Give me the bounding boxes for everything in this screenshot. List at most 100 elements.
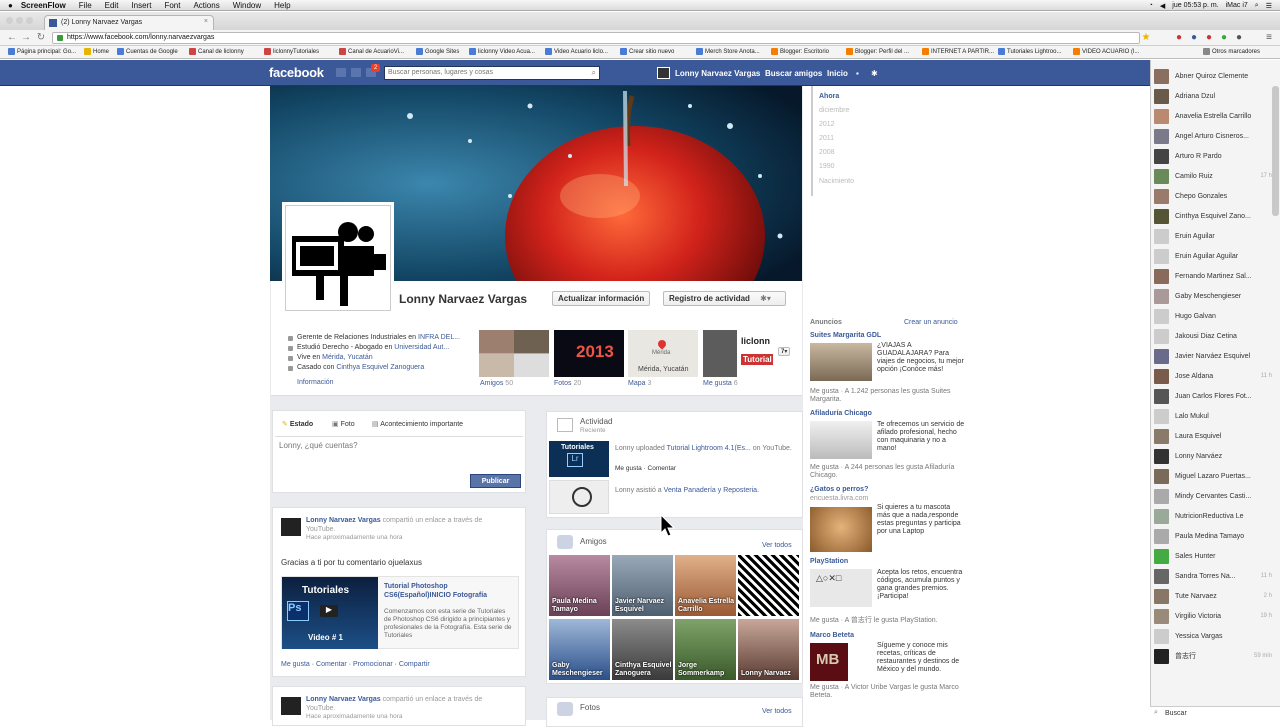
ad-image[interactable] (810, 421, 872, 459)
chat-friend-row[interactable]: Sales Hunter (1154, 546, 1278, 566)
share-link[interactable]: Compartir (399, 661, 430, 668)
star-icon[interactable]: ★ (1140, 32, 1152, 44)
bookmark-item[interactable]: Google Sites (416, 48, 459, 55)
activity-link[interactable]: Tutorial Lightroom 4.1(Es... (667, 445, 751, 452)
ad-like[interactable]: Me gusta · A 曾志行 le gusta PlayStation. (810, 617, 968, 625)
forward-arrow-icon[interactable]: → (20, 32, 32, 44)
window-min-dot[interactable] (16, 17, 23, 24)
chat-friend-row[interactable]: Javier Narváez Esquivel (1154, 346, 1278, 366)
menu-edit[interactable]: Edit (105, 1, 119, 10)
chat-friend-row[interactable]: Jakousi Diaz Cetina (1154, 326, 1278, 346)
likes-caption[interactable]: Me gusta 6 (703, 380, 738, 387)
menu-window[interactable]: Window (233, 1, 261, 10)
chat-friend-row[interactable]: Hugo Galvan (1154, 306, 1278, 326)
friend-tile[interactable]: Gaby Meschengieser (549, 619, 610, 680)
ad-image-playstation[interactable]: △○✕□ (810, 569, 872, 607)
extension-icon[interactable]: ● (1233, 32, 1245, 44)
browser-menu-icon[interactable]: ≡ (1263, 32, 1275, 44)
chat-friend-row[interactable]: Chepo Gonzales (1154, 186, 1278, 206)
search-icon[interactable]: ⌕ (592, 68, 596, 78)
settings-gear-icon[interactable]: ✱ (871, 69, 878, 78)
friend-tile[interactable]: Anavelia Estrella Carrillo (675, 555, 736, 616)
ad-image[interactable] (810, 343, 872, 381)
ad-title[interactable]: ¿Gatos o perros? (810, 486, 868, 493)
search-input[interactable]: Buscar personas, lugares y cosas ⌕ (384, 66, 600, 80)
volume-icon[interactable]: ◀ (1160, 2, 1165, 10)
chat-search-input[interactable]: ⌕ Buscar (1150, 706, 1280, 720)
photos-thumbnail[interactable]: 2013 (554, 330, 624, 377)
menu-actions[interactable]: Actions (193, 1, 219, 10)
window-zoom-dot[interactable] (26, 17, 33, 24)
publish-button[interactable]: Publicar (470, 474, 521, 488)
chat-friend-row[interactable]: Fernando Martinez Sal... (1154, 266, 1278, 286)
link-title[interactable]: Tutorial Photoshop CS6(Español)INICIO Fo… (384, 582, 512, 600)
gear-icon[interactable]: ✱▾ (760, 294, 771, 303)
avatar[interactable] (281, 697, 301, 715)
privacy-shortcuts-icon[interactable]: ▪ (856, 69, 859, 78)
post-time[interactable]: Hace aproximadamente una hora (306, 713, 402, 720)
bookmark-item[interactable]: Canal de AcuarioVi... (339, 48, 404, 55)
messages-icon[interactable] (351, 68, 361, 77)
friend-tile-qr-code[interactable] (738, 555, 799, 616)
friends-thumbnail[interactable] (479, 330, 549, 377)
post-author[interactable]: Lonny Narvaez Vargas (306, 517, 381, 524)
ad-like[interactable]: Me gusta · A 244 personas les gusta Afil… (810, 464, 968, 480)
bookmark-item[interactable]: INTERNET A PARTIR... (922, 48, 994, 55)
friend-tile[interactable]: Lonny Narvaez (738, 619, 799, 680)
wifi-icon[interactable]: ◔ (1149, 2, 1153, 9)
tab-life-event[interactable]: ▤ Acontecimiento importante (372, 420, 463, 428)
friends-caption[interactable]: Amigos 50 (480, 380, 513, 387)
clock[interactable]: jue 05:53 p. m. (1172, 2, 1218, 9)
bookmark-item[interactable]: liclonny Video Acua... (469, 48, 535, 55)
chat-scrollbar[interactable] (1272, 86, 1279, 216)
chat-friend-row[interactable]: Arturo R Pardo (1154, 146, 1278, 166)
chat-friend-row[interactable]: Juan Carlos Flores Fot... (1154, 386, 1278, 406)
timeline-item[interactable]: diciembre (819, 107, 849, 114)
bookmark-item[interactable]: Blogger: Perfil del ... (846, 48, 909, 55)
back-arrow-icon[interactable]: ← (6, 32, 18, 44)
chat-friend-row[interactable]: Eruin Aguilar Aguilar (1154, 246, 1278, 266)
friends-see-all-link[interactable]: Ver todos (762, 542, 792, 549)
chat-friend-row[interactable]: Miguel Lazaro Puertas... (1154, 466, 1278, 486)
extension-icon[interactable]: ● (1188, 32, 1200, 44)
play-icon[interactable]: ▶ (320, 605, 338, 617)
menu-help[interactable]: Help (274, 1, 290, 10)
create-ad-link[interactable]: Crear un anuncio (904, 319, 958, 326)
post-author[interactable]: Lonny Narvaez Vargas (306, 696, 381, 703)
ad-like[interactable]: Me gusta · A Victor Uribe Vargas le gust… (810, 684, 968, 700)
link-preview[interactable]: Tutoriales Ps ▶ Video # 1 Tutorial Photo… (281, 576, 519, 649)
timeline-item[interactable]: 1990 (819, 163, 835, 170)
facebook-logo[interactable]: facebook (269, 65, 324, 80)
ad-image-mb-logo[interactable]: MB (810, 643, 848, 681)
like-link[interactable]: Me gusta (281, 661, 310, 668)
more-sections-button[interactable]: 7▾ (778, 347, 791, 356)
photos-see-all-link[interactable]: Ver todos (762, 708, 792, 715)
bookmark-item[interactable]: Crear sitio nuevo (620, 48, 674, 55)
extension-icon[interactable]: ● (1218, 32, 1230, 44)
chat-friend-row[interactable]: Camilo Ruiz 17 h (1154, 166, 1278, 186)
browser-tab[interactable]: (2) Lonny Narvaez Vargas × (44, 15, 214, 30)
bookmark-item[interactable]: Home (84, 48, 109, 55)
chat-friend-row[interactable]: Virgilio Victoria 19 h (1154, 606, 1278, 626)
chat-friend-row[interactable]: Sandra Torres Na... 11 h (1154, 566, 1278, 586)
chat-friend-row[interactable]: Paula Medina Tamayo (1154, 526, 1278, 546)
tab-status[interactable]: ✎ Estado (282, 420, 313, 428)
reload-icon[interactable]: ↻ (35, 32, 47, 44)
ad-title[interactable]: Afiladuría Chicago (810, 410, 872, 417)
avatar[interactable] (657, 67, 670, 79)
chat-friend-row[interactable]: 曾志行 59 min (1154, 646, 1278, 666)
timeline-item[interactable]: Ahora (819, 93, 839, 100)
chat-friend-row[interactable]: Abner Quiroz Clemente (1154, 66, 1278, 86)
education-link[interactable]: Universidad Aut... (394, 344, 449, 351)
chat-friend-row[interactable]: Lonny Narváez (1154, 446, 1278, 466)
likes-thumbnail[interactable]: liclonn Tutorial (703, 330, 773, 377)
chat-friend-row[interactable]: Jose Aldana 11 h (1154, 366, 1278, 386)
bookmark-item[interactable]: Blogger: Escritorio (771, 48, 829, 55)
extension-icon[interactable]: ● (1203, 32, 1215, 44)
bookmark-item[interactable]: Cuentas de Google (117, 48, 178, 55)
chat-friend-row[interactable]: NutricionReductiva Le (1154, 506, 1278, 526)
apple-icon[interactable]: ● (8, 1, 13, 10)
ad-title[interactable]: Suites Margarita GDL (810, 332, 881, 339)
location-link[interactable]: Mérida, Yucatán (322, 354, 372, 361)
window-close-dot[interactable] (6, 17, 13, 24)
